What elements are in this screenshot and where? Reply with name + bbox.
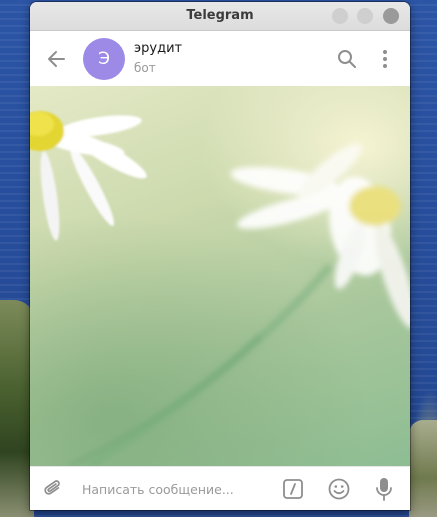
telegram-window: Telegram Э эрудит бот — [30, 2, 410, 510]
microphone-icon — [376, 478, 392, 501]
chat-background[interactable] — [30, 86, 410, 466]
window-title: Telegram — [186, 8, 254, 23]
chat-header: Э эрудит бот — [30, 31, 410, 87]
chamomile-wallpaper-image — [30, 111, 410, 466]
message-composer — [30, 466, 410, 510]
arrow-left-icon — [48, 51, 65, 67]
maximize-button[interactable] — [357, 8, 373, 24]
more-options-button[interactable] — [376, 48, 394, 70]
back-button[interactable] — [46, 48, 68, 70]
bot-commands-button[interactable] — [282, 478, 304, 500]
message-input[interactable] — [82, 475, 272, 503]
avatar[interactable]: Э — [83, 38, 125, 80]
emoji-button[interactable] — [327, 477, 351, 501]
desktop-rock-left — [0, 300, 34, 517]
search-icon — [338, 50, 356, 68]
title-bar[interactable]: Telegram — [30, 2, 410, 31]
voice-message-button[interactable] — [374, 476, 394, 502]
search-button[interactable] — [336, 48, 358, 70]
avatar-letter: Э — [98, 49, 110, 69]
chat-title[interactable]: эрудит — [134, 41, 182, 56]
paperclip-icon — [44, 480, 60, 495]
emoji-icon — [328, 478, 350, 500]
desktop-rock-right — [409, 420, 437, 517]
more-vertical-icon — [383, 50, 387, 68]
minimize-button[interactable] — [332, 8, 348, 24]
chat-status: бот — [134, 61, 156, 75]
bot-commands-icon — [283, 479, 303, 499]
attach-button[interactable] — [42, 478, 64, 500]
close-button[interactable] — [383, 8, 399, 24]
